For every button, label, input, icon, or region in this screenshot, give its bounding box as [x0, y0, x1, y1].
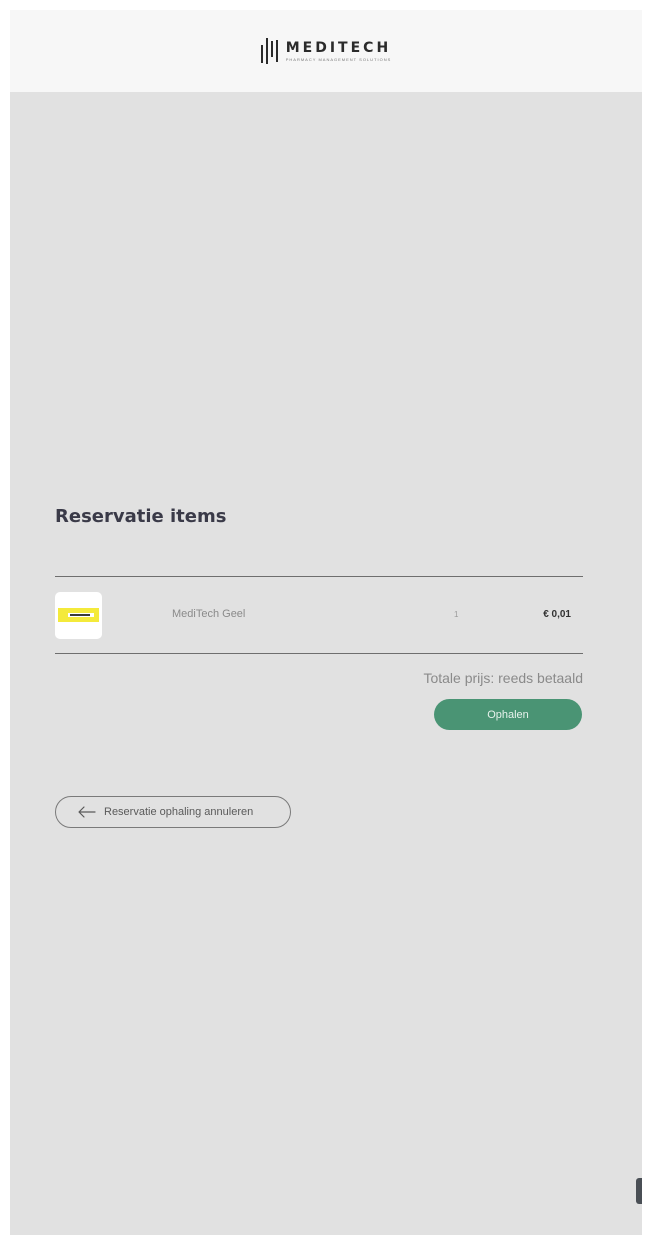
side-handle[interactable] — [636, 1178, 642, 1204]
pickup-button[interactable]: Ophalen — [434, 699, 582, 730]
item-name: MediTech Geel — [172, 608, 246, 620]
arrow-left-icon — [78, 806, 96, 818]
divider-bottom — [55, 653, 583, 654]
item-price: € 0,01 — [543, 609, 571, 620]
cancel-reservation-button[interactable]: Reservatie ophaling annuleren — [55, 796, 291, 828]
logo-tagline: PHARMACY MANAGEMENT SOLUTIONS — [285, 57, 392, 62]
cancel-button-label: Reservatie ophaling annuleren — [104, 806, 254, 818]
app-header: MEDITECH PHARMACY MANAGEMENT SOLUTIONS — [10, 10, 642, 92]
divider-top — [55, 576, 583, 577]
total-price-text: Totale prijs: reeds betaald — [423, 670, 583, 686]
item-quantity: 1 — [454, 610, 459, 619]
meditech-logo: MEDITECH PHARMACY MANAGEMENT SOLUTIONS — [260, 37, 392, 65]
logo-bars-icon — [260, 37, 278, 65]
product-thumbnail — [55, 592, 102, 639]
app-screen: MEDITECH PHARMACY MANAGEMENT SOLUTIONS R… — [10, 10, 642, 1235]
logo-wordmark: MEDITECH — [285, 40, 392, 56]
section-title: Reservatie items — [55, 506, 227, 527]
